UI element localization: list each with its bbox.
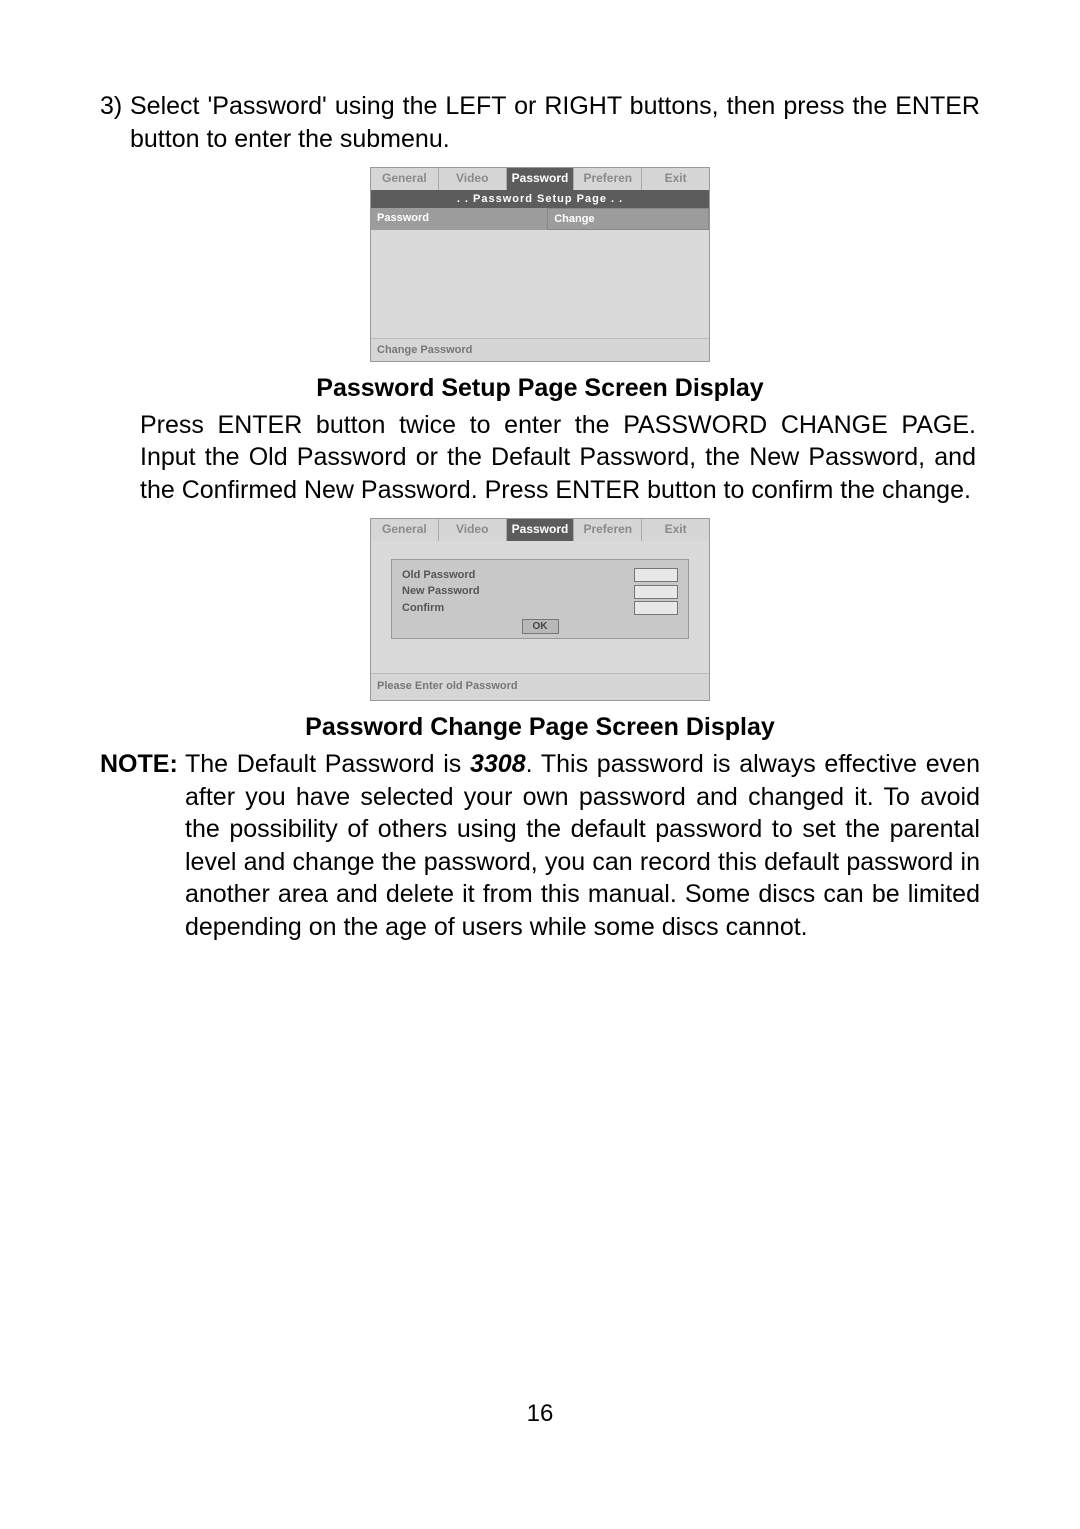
step-number: 3) <box>100 90 122 123</box>
tab-exit: Exit <box>642 168 709 190</box>
confirm-password-input <box>634 601 678 615</box>
page-number: 16 <box>0 1398 1080 1429</box>
confirm-password-row: Confirm <box>402 601 678 615</box>
change-tabs: General Video Password Preferen Exit <box>371 519 709 541</box>
password-row-value: Change <box>547 208 709 230</box>
caption-change: Password Change Page Screen Display <box>100 711 980 744</box>
step-text: Select 'Password' using the LEFT or RIGH… <box>100 90 980 155</box>
old-password-input <box>634 568 678 582</box>
new-password-label: New Password <box>402 584 626 598</box>
tab-exit: Exit <box>642 519 709 541</box>
setup-body-blank <box>371 230 709 338</box>
tab-password: Password <box>507 519 575 541</box>
password-change-screenshot: General Video Password Preferen Exit Old… <box>370 518 710 701</box>
note-lead: The Default Password is <box>185 750 470 778</box>
tab-general: General <box>371 168 439 190</box>
password-setup-screenshot: General Video Password Preferen Exit . .… <box>370 167 710 362</box>
instructions-paragraph: Press ENTER button twice to enter the PA… <box>100 409 980 507</box>
new-password-row: New Password <box>402 584 678 598</box>
note-block: NOTE: The Default Password is 3308. This… <box>100 748 980 944</box>
step-3: 3) Select 'Password' using the LEFT or R… <box>100 90 980 155</box>
tab-password: Password <box>507 168 575 190</box>
tab-video: Video <box>439 168 507 190</box>
change-gap <box>371 651 709 673</box>
ok-button: OK <box>522 619 559 634</box>
setup-footer: Change Password <box>371 338 709 361</box>
note-label: NOTE: <box>100 750 178 778</box>
password-row-label: Password <box>371 208 547 230</box>
new-password-input <box>634 585 678 599</box>
old-password-label: Old Password <box>402 568 626 582</box>
setup-page-title: . . Password Setup Page . . <box>371 190 709 208</box>
note-rest: . This password is always effective even… <box>185 750 980 941</box>
old-password-row: Old Password <box>402 568 678 582</box>
default-password: 3308 <box>470 750 526 778</box>
caption-setup: Password Setup Page Screen Display <box>100 372 980 405</box>
tab-video: Video <box>439 519 507 541</box>
ok-row: OK <box>402 619 678 634</box>
change-footer: Please Enter old Password <box>371 673 709 700</box>
change-panel: Old Password New Password Confirm OK <box>391 559 689 639</box>
note-text: The Default Password is 3308. This passw… <box>100 748 980 943</box>
tab-preferen: Preferen <box>574 519 642 541</box>
tab-general: General <box>371 519 439 541</box>
tab-preferen: Preferen <box>574 168 642 190</box>
setup-tabs: General Video Password Preferen Exit <box>371 168 709 190</box>
confirm-password-label: Confirm <box>402 601 626 615</box>
change-body: Old Password New Password Confirm OK <box>371 541 709 651</box>
password-row: Password Change <box>371 208 709 230</box>
